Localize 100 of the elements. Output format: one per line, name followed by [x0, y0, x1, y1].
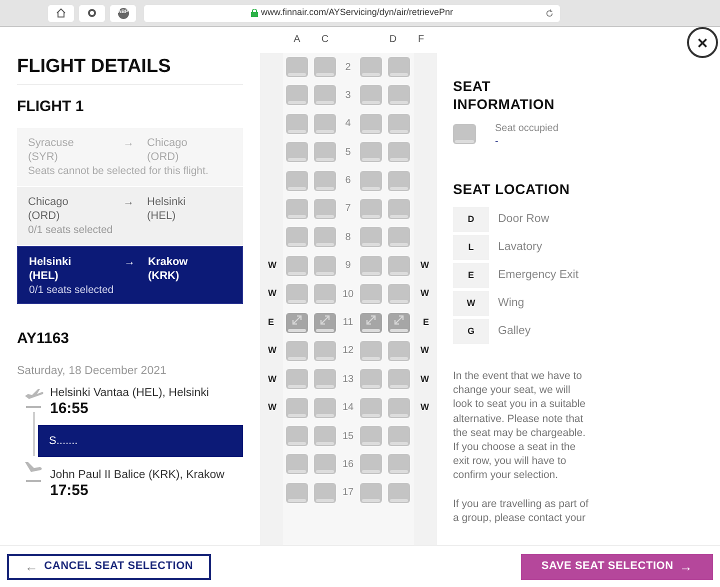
occupied-seat[interactable]: [286, 369, 308, 390]
origin-code: (ORD): [28, 209, 61, 223]
occupied-seat[interactable]: [360, 426, 382, 446]
occupied-seat[interactable]: [286, 454, 308, 474]
location-code: L: [453, 235, 489, 260]
origin-code: (HEL): [29, 269, 60, 283]
occupied-seat[interactable]: [388, 170, 410, 191]
occupied-seat[interactable]: [314, 454, 336, 474]
occupied-seat[interactable]: [314, 340, 336, 361]
occupied-seat[interactable]: [360, 256, 382, 276]
lock-icon: [251, 9, 258, 17]
occupied-seat[interactable]: [360, 454, 382, 474]
occupied-seat[interactable]: [286, 170, 308, 191]
exit-seat[interactable]: [286, 312, 308, 333]
row-number: 9: [344, 259, 352, 274]
occupied-seat[interactable]: [388, 256, 410, 276]
occupied-seat[interactable]: [286, 284, 308, 304]
home-icon: [56, 8, 66, 18]
occupied-seat[interactable]: [388, 482, 410, 503]
occupied-seat[interactable]: [286, 57, 308, 77]
occupied-seat[interactable]: [388, 284, 410, 304]
occupied-seat[interactable]: [286, 340, 308, 361]
occupied-seat[interactable]: [314, 256, 336, 276]
location-code: E: [453, 263, 489, 288]
row-feature-mark: W: [420, 344, 429, 358]
segment-note: 0/1 seats selected: [29, 283, 115, 297]
occupied-seat[interactable]: [388, 398, 410, 418]
occupied-seat[interactable]: [360, 85, 382, 106]
row-number: 12: [341, 344, 355, 358]
row-number: 11: [342, 316, 354, 330]
occupied-seat[interactable]: [286, 256, 308, 276]
occupied-seat[interactable]: [388, 369, 410, 390]
occupied-seat[interactable]: [286, 114, 308, 134]
row-feature-mark: W: [268, 400, 276, 414]
seat-column-label: D: [388, 33, 398, 47]
occupied-seat[interactable]: [388, 57, 410, 77]
occupied-seat[interactable]: [314, 114, 336, 134]
occupied-seat-sample: [453, 124, 476, 144]
occupied-seat[interactable]: [360, 142, 382, 162]
occupied-seat[interactable]: [360, 198, 382, 219]
occupied-seat[interactable]: [360, 340, 382, 361]
row-feature-mark: W: [268, 372, 276, 386]
occupied-seat[interactable]: [388, 227, 410, 248]
arrival-airport: John Paul II Balice (KRK), Krakow: [50, 468, 226, 482]
occupied-seat[interactable]: [314, 398, 336, 418]
segment-bar[interactable]: S.......: [38, 424, 243, 457]
home-button[interactable]: [48, 4, 74, 22]
exit-seat[interactable]: [314, 312, 336, 333]
row-number: 13: [341, 372, 355, 387]
occupied-seat[interactable]: [286, 482, 308, 503]
occupied-seat[interactable]: [388, 426, 410, 446]
occupied-seat[interactable]: [286, 426, 308, 446]
cancel-seat-selection-button[interactable]: ← CANCEL SEAT SELECTION: [7, 554, 211, 580]
section-heading: SEAT INFORMATION: [453, 77, 556, 113]
occupied-seat[interactable]: [286, 85, 308, 106]
occupied-seat[interactable]: [314, 284, 336, 304]
destination-city: Krakow: [148, 255, 188, 269]
row-number: 16: [341, 458, 355, 472]
occupied-seat[interactable]: [314, 57, 336, 77]
occupied-seat[interactable]: [388, 85, 410, 106]
occupied-seat[interactable]: [360, 227, 382, 248]
occupied-seat[interactable]: [314, 170, 336, 191]
address-bar[interactable]: www.finnair.com/AYServicing/dyn/air/retrievePnr: [144, 4, 560, 22]
flight-segment[interactable]: Helsinki (HEL) → Krakow (KRK) 0/1 seats selected: [17, 246, 243, 304]
occupied-seat[interactable]: [314, 85, 336, 106]
occupied-seat[interactable]: [360, 482, 382, 503]
occupied-seat[interactable]: [388, 454, 410, 474]
exit-seat[interactable]: [388, 312, 410, 333]
destination-code: (ORD): [147, 150, 180, 164]
occupied-seat[interactable]: [388, 340, 410, 361]
origin-city: Syracuse: [28, 136, 75, 150]
forward-arrow-icon: →: [679, 556, 693, 576]
reload-icon[interactable]: [545, 8, 554, 18]
occupied-seat[interactable]: [314, 198, 336, 219]
occupied-seat[interactable]: [314, 482, 336, 503]
flight-segment[interactable]: Chicago (ORD) → Helsinki (HEL) 0/1 seats selected: [17, 187, 243, 245]
occupied-seat[interactable]: [360, 57, 382, 77]
occupied-seat[interactable]: [388, 198, 410, 219]
occupied-seat[interactable]: [360, 170, 382, 191]
occupied-seat[interactable]: [286, 398, 308, 418]
occupied-seat[interactable]: [286, 142, 308, 162]
occupied-seat[interactable]: [314, 227, 336, 248]
destination-city: Helsinki: [147, 195, 186, 209]
back-arrow-icon: ←: [24, 556, 38, 576]
exit-seat[interactable]: [360, 312, 382, 333]
occupied-seat[interactable]: [286, 198, 308, 219]
save-seat-selection-button[interactable]: SAVE SEAT SELECTION →: [521, 554, 713, 580]
section-heading: SEAT LOCATION: [453, 180, 571, 198]
occupied-seat[interactable]: [360, 369, 382, 390]
occupied-seat[interactable]: [286, 227, 308, 248]
occupied-seat[interactable]: [388, 114, 410, 134]
occupied-seat[interactable]: [314, 142, 336, 162]
occupied-seat[interactable]: [360, 398, 382, 418]
occupied-seat[interactable]: [314, 369, 336, 390]
occupied-seat[interactable]: [360, 284, 382, 304]
occupied-seat[interactable]: [314, 426, 336, 446]
occupied-seat[interactable]: [360, 114, 382, 134]
occupied-seat[interactable]: [388, 142, 410, 162]
close-button[interactable]: ×: [687, 27, 718, 58]
flight-heading: FLIGHT 1: [17, 98, 85, 116]
